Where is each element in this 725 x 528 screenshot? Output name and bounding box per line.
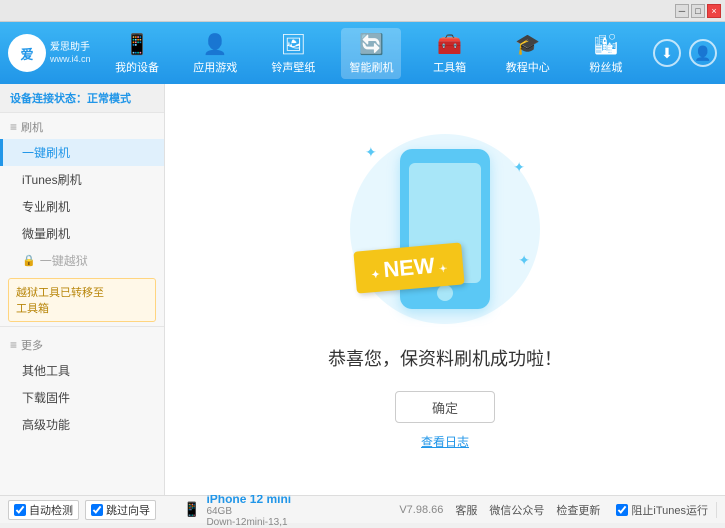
more-section-icon: ≡ <box>10 338 17 352</box>
window-controls[interactable]: ─ □ × <box>675 4 721 18</box>
sparkle-2: ✦ <box>513 159 525 176</box>
bottom-left: 自动检测 跳过向导 <box>8 500 173 520</box>
sidebar-item-one-click-flash[interactable]: 一键刷机 <box>0 139 164 166</box>
confirm-button[interactable]: 确定 <box>395 391 495 423</box>
sidebar-item-pro-flash[interactable]: 专业刷机 <box>0 193 164 220</box>
title-bar: ─ □ × <box>0 0 725 22</box>
phone-home-button <box>437 285 453 301</box>
skip-wizard-checkbox[interactable]: 跳过向导 <box>85 500 156 520</box>
nav-my-device[interactable]: 📱 我的设备 <box>107 28 167 79</box>
sidebar-item-download-firmware[interactable]: 下载固件 <box>0 384 164 411</box>
version-text: V7.98.66 <box>399 504 443 516</box>
content-area: ✦ ✦ ✦ NEW 恭喜您，保资料刷机成功啦！ 确定 查看日志 <box>165 84 725 495</box>
customer-service-link[interactable]: 客服 <box>455 502 477 518</box>
ringtone-wallpaper-icon: 🖼 <box>281 32 306 57</box>
device-model-bottom: Down-12mini-13,1 <box>206 517 291 528</box>
auto-detect-checkbox[interactable]: 自动检测 <box>8 500 79 520</box>
device-storage-bottom: 64GB <box>206 506 291 517</box>
fans-city-icon: 🏙 <box>593 32 618 57</box>
main-layout: 设备连接状态：正常模式 ≡ 刷机 一键刷机 iTunes刷机 专业刷机 微量刷机… <box>0 84 725 495</box>
sidebar-section-flash: ≡ 刷机 <box>0 113 164 139</box>
smart-flash-icon: 🔄 <box>359 32 384 57</box>
app-game-icon: 👤 <box>203 32 228 57</box>
flash-section-icon: ≡ <box>10 120 17 134</box>
skip-wizard-input[interactable] <box>91 504 103 516</box>
sidebar-item-micro-flash[interactable]: 微量刷机 <box>0 220 164 247</box>
nav-fans-city[interactable]: 🏙 粉丝城 <box>576 28 636 79</box>
prevent-itunes-checkbox[interactable] <box>616 504 628 516</box>
promo-image: ✦ ✦ ✦ NEW <box>345 129 545 329</box>
header: 爱 爱思助手 www.i4.cn 📱 我的设备 👤 应用游戏 🖼 铃声壁纸 🔄 … <box>0 22 725 84</box>
toolbox-icon: 🧰 <box>437 32 462 57</box>
logo-text: 爱思助手 www.i4.cn <box>50 41 91 66</box>
sidebar: 设备连接状态：正常模式 ≡ 刷机 一键刷机 iTunes刷机 专业刷机 微量刷机… <box>0 84 165 495</box>
nav-app-game[interactable]: 👤 应用游戏 <box>185 28 245 79</box>
my-device-icon: 📱 <box>125 32 150 57</box>
nav-right: ⬇ 👤 <box>653 39 717 67</box>
sidebar-divider-1 <box>0 326 164 327</box>
maximize-button[interactable]: □ <box>691 4 705 18</box>
logo-icon: 爱 <box>8 34 46 72</box>
jailbreak-warning-box: 越狱工具已转移至 工具箱 <box>8 278 156 322</box>
nav-toolbox[interactable]: 🧰 工具箱 <box>420 28 480 79</box>
minimize-button[interactable]: ─ <box>675 4 689 18</box>
success-message: 恭喜您，保资料刷机成功啦！ <box>328 345 562 371</box>
prevent-itunes[interactable]: 阻止iTunes运行 <box>608 502 717 518</box>
sparkle-3: ✦ <box>518 252 530 269</box>
nav-smart-flash[interactable]: 🔄 智能刷机 <box>341 28 401 79</box>
sparkle-1: ✦ <box>365 144 377 161</box>
close-button[interactable]: × <box>707 4 721 18</box>
auto-detect-input[interactable] <box>14 504 26 516</box>
nav-items: 📱 我的设备 👤 应用游戏 🖼 铃声壁纸 🔄 智能刷机 🧰 工具箱 🎓 教程中心… <box>98 28 645 79</box>
user-button[interactable]: 👤 <box>689 39 717 67</box>
bottom-right: V7.98.66 客服 微信公众号 检查更新 <box>399 502 600 518</box>
wechat-link[interactable]: 微信公众号 <box>489 502 544 518</box>
connection-status: 设备连接状态：正常模式 <box>0 84 164 113</box>
device-icon: 📱 <box>183 501 200 518</box>
check-update-link[interactable]: 检查更新 <box>556 502 600 518</box>
device-info-bottom: 📱 iPhone 12 mini 64GB Down-12mini-13,1 <box>173 492 399 528</box>
view-log-link[interactable]: 查看日志 <box>421 433 469 450</box>
bottom-bar: 自动检测 跳过向导 📱 iPhone 12 mini 64GB Down-12m… <box>0 495 725 523</box>
sidebar-item-other-tools[interactable]: 其他工具 <box>0 357 164 384</box>
sidebar-item-itunes-flash[interactable]: iTunes刷机 <box>0 166 164 193</box>
download-button[interactable]: ⬇ <box>653 39 681 67</box>
nav-ringtone-wallpaper[interactable]: 🖼 铃声壁纸 <box>263 28 323 79</box>
sidebar-item-advanced[interactable]: 高级功能 <box>0 411 164 438</box>
logo-area: 爱 爱思助手 www.i4.cn <box>8 34 98 72</box>
sidebar-section-more: ≡ 更多 <box>0 331 164 357</box>
sidebar-item-jailbreak-disabled: 🔒 一键越狱 <box>0 247 164 274</box>
nav-tutorial[interactable]: 🎓 教程中心 <box>498 28 558 79</box>
tutorial-icon: 🎓 <box>515 32 540 57</box>
